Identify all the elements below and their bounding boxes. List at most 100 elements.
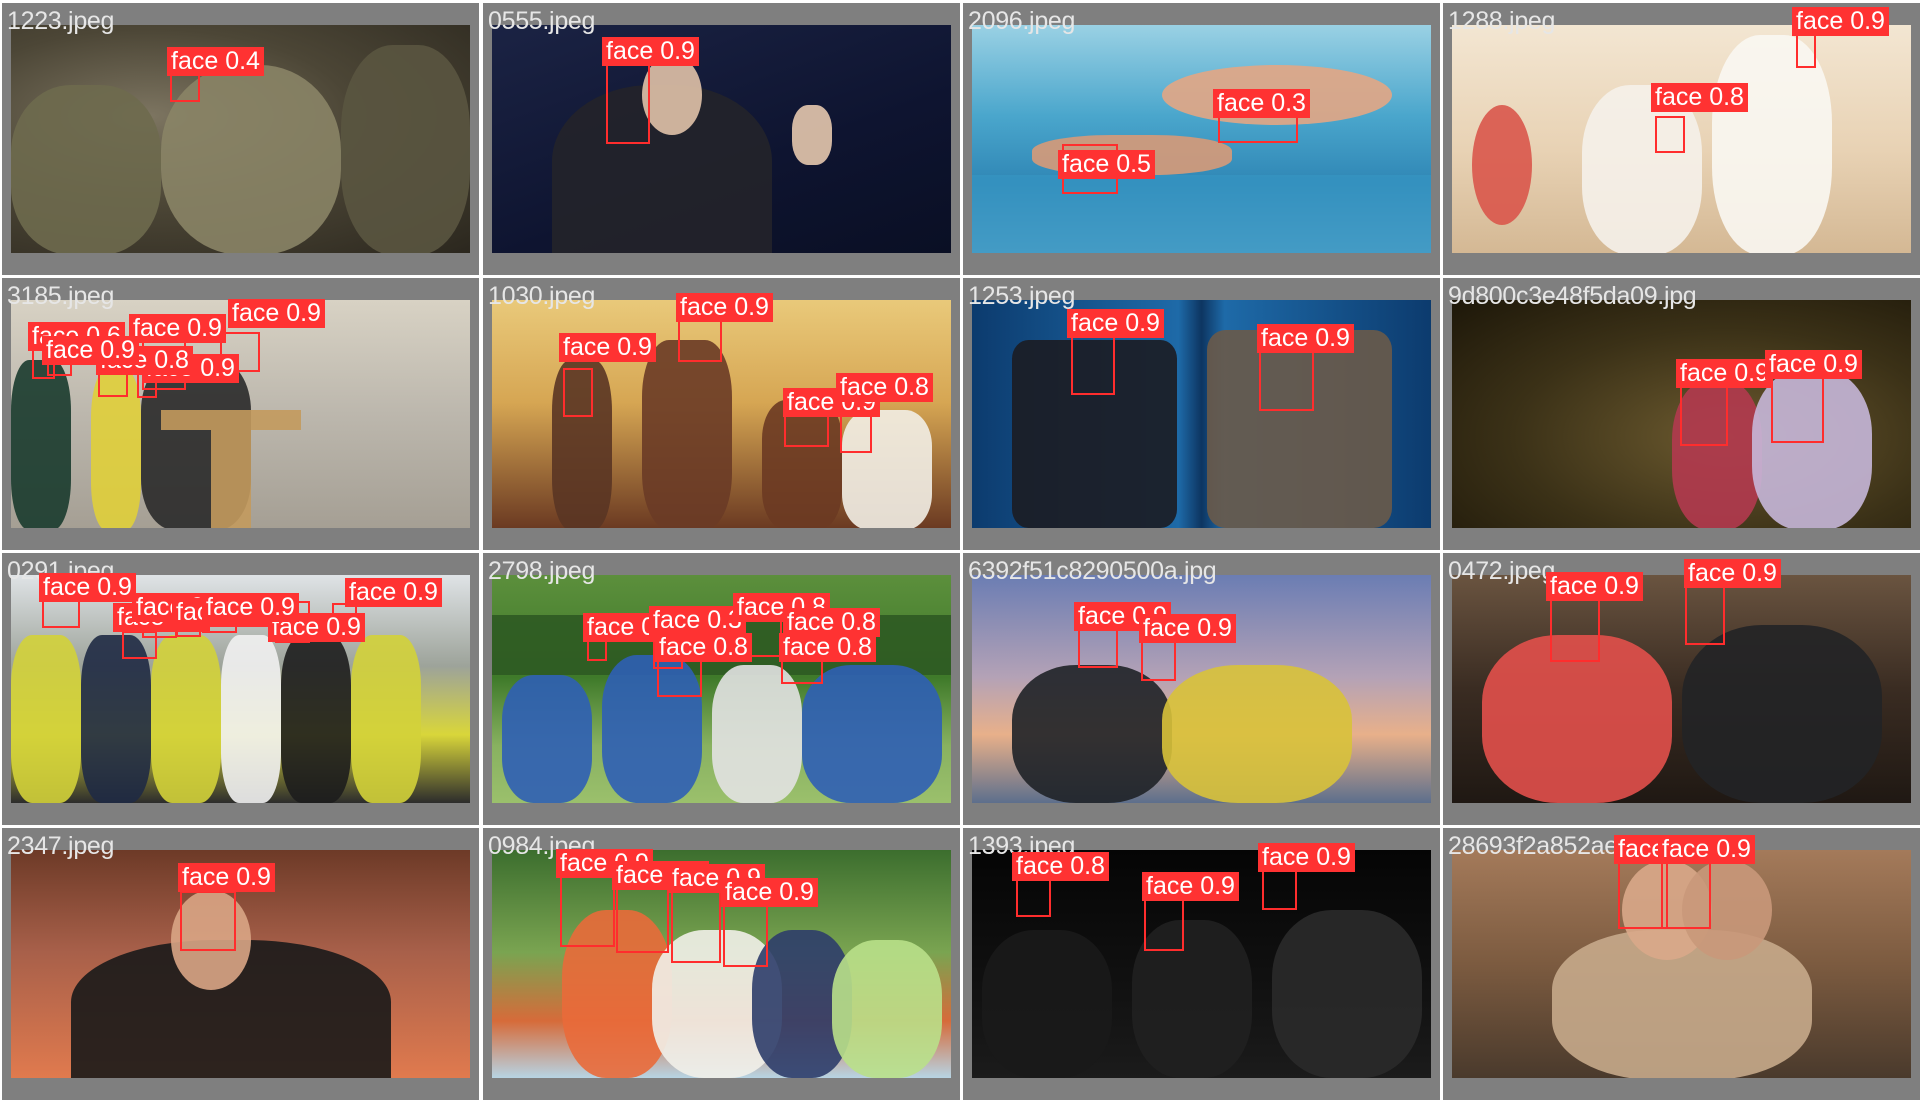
detection-label: face 0.9 — [202, 593, 299, 622]
tile-filename: 2347.jpeg — [7, 832, 115, 860]
detection-label: face 0.8 — [1651, 83, 1748, 112]
detection-label: face 0.9 — [1258, 843, 1355, 872]
image-tile[interactable]: 0472.jpeg face 0.9 face 0.9 — [1443, 553, 1920, 825]
image-tile[interactable]: 3185.jpegface 0.9face 0.6face 0.9face 0.… — [2, 278, 479, 550]
tile-filename: 3185.jpeg — [7, 282, 115, 310]
detection-label: face 0.9 — [1067, 309, 1164, 338]
face-bounding-box — [560, 875, 615, 947]
detection-label: face 0.3 — [649, 606, 746, 635]
photo-figure — [151, 635, 221, 803]
photo-figure — [11, 635, 81, 803]
detection-label: face 0.9 — [39, 573, 136, 602]
image-tile[interactable]: 2096.jpeg face 0.5 face 0.3 — [963, 3, 1440, 275]
detection-label: face 0.3 — [1213, 89, 1310, 118]
detection-label: face 0.9 — [1142, 872, 1239, 901]
face-bounding-box — [1680, 380, 1728, 446]
detection-label: face 0.9 — [1257, 324, 1354, 353]
detection-label: face 0.8 — [836, 373, 933, 402]
image-tile[interactable]: 1288.jpeg face 0.9 face 0.8 — [1443, 3, 1920, 275]
image-tile[interactable]: 1030.jpeg face 0.9 face 0.9 face 0.9 face 0.… — [483, 278, 960, 550]
face-bounding-box — [1262, 870, 1297, 910]
detection-label: face 0.9 — [129, 314, 226, 343]
face-bounding-box — [1661, 861, 1711, 929]
photo-figure — [802, 665, 942, 803]
photo-figure — [161, 410, 301, 430]
detection-label: face 0.9 — [559, 333, 656, 362]
detection-label: face 0.9 — [228, 299, 325, 328]
photo-figure — [281, 635, 351, 803]
tile-filename: 0555.jpeg — [488, 7, 596, 35]
photo-figure — [351, 635, 421, 803]
face-bounding-box — [1016, 875, 1051, 917]
face-bounding-box — [616, 884, 669, 953]
photo-figure — [81, 635, 151, 803]
image-tile[interactable]: 0291.jpegface 0.9face 0.9face 0.9face 0.… — [2, 553, 479, 825]
photo-figure — [1682, 625, 1882, 803]
face-bounding-box — [1141, 639, 1176, 681]
tile-photo — [972, 575, 1431, 803]
tile-filename: 2096.jpeg — [968, 7, 1076, 35]
photo-figure — [972, 175, 1431, 253]
detection-label: face 0.9 — [1765, 350, 1862, 379]
tile-photo — [492, 25, 951, 253]
detection-label: face 0.9 — [1676, 359, 1773, 388]
tile-photo — [972, 25, 1431, 253]
detection-label: face 0.8 — [779, 633, 876, 662]
image-tile[interactable]: 0984.jpeg face 0.9 face 0.9 face 0.9 face 0.… — [483, 828, 960, 1100]
detection-label: face 0.9 — [602, 37, 699, 66]
photo-figure — [502, 675, 592, 803]
face-bounding-box — [1259, 345, 1314, 411]
face-bounding-box — [1771, 373, 1824, 443]
image-tile[interactable]: 1393.jpeg face 0.8 face 0.9 face 0.9 — [963, 828, 1440, 1100]
face-bounding-box — [1071, 331, 1115, 395]
detection-label: face 0.9 — [178, 863, 275, 892]
photo-figure — [11, 360, 71, 528]
image-tile[interactable]: 9d800c3e48f5da09.jpg face 0.9 face 0.9 — [1443, 278, 1920, 550]
face-bounding-box — [1685, 582, 1725, 645]
face-bounding-box — [671, 885, 721, 963]
face-bounding-box — [1655, 116, 1685, 153]
photo-figure — [982, 930, 1112, 1078]
tile-filename: 1030.jpeg — [488, 282, 596, 310]
detection-label: face 0.9 — [1139, 614, 1236, 643]
photo-figure — [642, 340, 732, 528]
detection-grid: 1223.jpeg face 0.4 0555.jpeg face 0.9 2096.j… — [0, 0, 1920, 1100]
detection-label: face 0.9 — [1792, 7, 1889, 36]
face-bounding-box — [1144, 896, 1184, 951]
image-tile[interactable]: 2798.jpeg face 0.9 face 0.3 face 0.8 face 0.… — [483, 553, 960, 825]
face-bounding-box — [180, 891, 236, 951]
image-tile[interactable]: 6392f51c8290500a.jpg face 0.9 face 0.9 — [963, 553, 1440, 825]
detection-label: face 0.9 — [1546, 572, 1643, 601]
face-bounding-box — [98, 373, 128, 397]
image-tile[interactable]: 28693f2a852aeface 0.9face 0.9 — [1443, 828, 1920, 1100]
detection-label: face 0.8 — [1012, 852, 1109, 881]
face-bounding-box — [563, 368, 593, 417]
photo-figure — [1012, 665, 1172, 803]
detection-label: face 0.8 — [655, 633, 752, 662]
photo-figure — [1472, 105, 1532, 225]
photo-figure — [642, 55, 702, 135]
detection-label: face 0.9 — [676, 293, 773, 322]
detection-label: face 0.9 — [1684, 559, 1781, 588]
photo-figure — [341, 45, 470, 253]
tile-filename: 1288.jpeg — [1448, 7, 1556, 35]
photo-figure — [792, 105, 832, 165]
photo-figure — [1162, 665, 1352, 803]
photo-figure — [1272, 910, 1422, 1078]
image-tile[interactable]: 1223.jpeg face 0.4 — [2, 3, 479, 275]
tile-filename: 1223.jpeg — [7, 7, 115, 35]
tile-filename: 1253.jpeg — [968, 282, 1076, 310]
tile-filename: 0472.jpeg — [1448, 557, 1556, 585]
detection-label: face 0.9 — [42, 336, 139, 365]
image-tile[interactable]: 2347.jpeg face 0.9 — [2, 828, 479, 1100]
face-bounding-box — [606, 63, 650, 144]
photo-figure — [11, 85, 161, 253]
detection-label: face 0.9 — [721, 878, 818, 907]
image-tile[interactable]: 0555.jpeg face 0.9 — [483, 3, 960, 275]
image-tile[interactable]: 1253.jpeg face 0.9 face 0.9 — [963, 278, 1440, 550]
face-bounding-box — [723, 902, 768, 967]
tile-filename: 2798.jpeg — [488, 557, 596, 585]
detection-label: face 0.4 — [167, 47, 264, 76]
tile-filename: 9d800c3e48f5da09.jpg — [1448, 282, 1697, 310]
photo-figure — [221, 635, 281, 803]
